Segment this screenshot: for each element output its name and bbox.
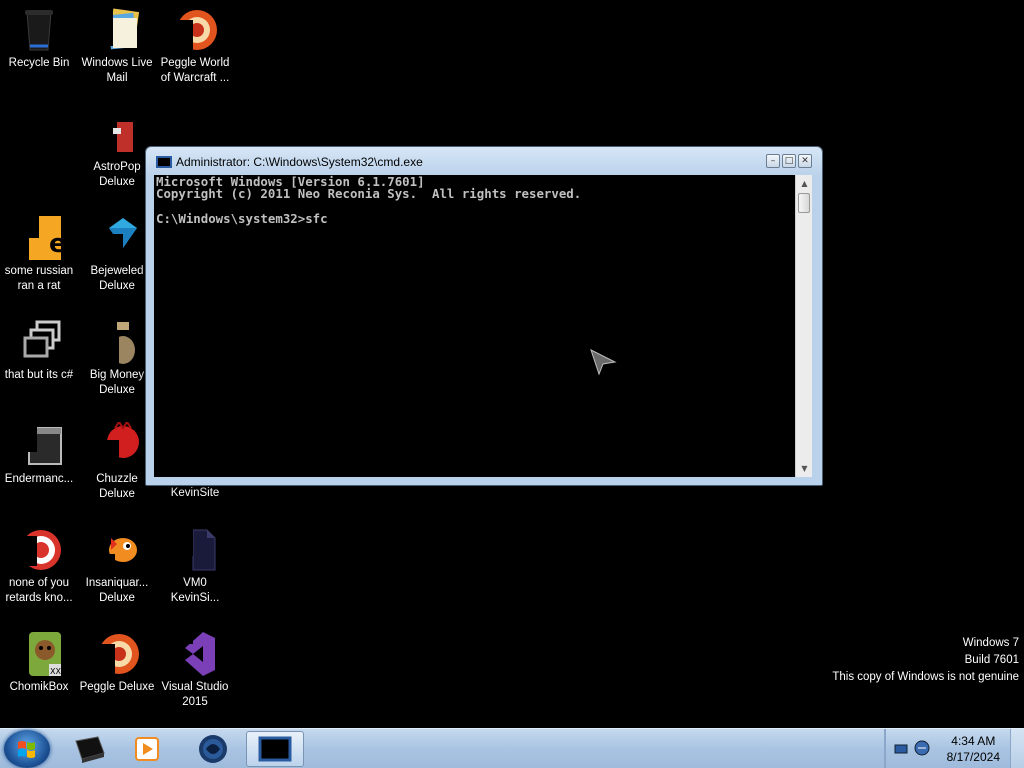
desktop-icon-label: Peggle World of Warcraft ... xyxy=(160,57,230,84)
astropop-icon xyxy=(93,110,141,158)
cmd-icon xyxy=(75,736,105,763)
cmd-icon xyxy=(156,156,172,168)
desktop-icon-none-of-you[interactable]: none of you retards kno... xyxy=(0,526,78,606)
clock-date: 8/17/2024 xyxy=(946,750,1000,764)
desktop-icon-insaniquarium[interactable]: Insaniquar... Deluxe xyxy=(78,526,156,606)
network-icon[interactable] xyxy=(893,741,909,757)
desktop-icon-label: Peggle Deluxe xyxy=(79,681,155,693)
desktop-icon-recycle-bin[interactable]: Recycle Bin xyxy=(0,6,78,71)
taskbar-pinned-cmd[interactable] xyxy=(60,731,118,767)
windows-logo-icon xyxy=(18,741,35,758)
desktop-icon-label: KevinSite xyxy=(170,487,220,499)
taskbar-pinned-media-player[interactable] xyxy=(118,731,176,767)
desktop-icon-peggle-world-of-warcraft[interactable]: Peggle World of Warcraft ... xyxy=(156,6,234,86)
scroll-up-button[interactable]: ▲ xyxy=(796,175,813,192)
console-icon xyxy=(258,736,292,762)
desktop-icon-label: Endermanc... xyxy=(4,473,74,485)
minimize-button[interactable]: – xyxy=(766,154,780,168)
desktop-icon-that-but-its-c[interactable]: that but its c# xyxy=(0,318,78,383)
taskbar-cmd-window[interactable] xyxy=(246,731,304,767)
bejeweled-icon xyxy=(93,214,141,262)
desktop-icon-peggle-deluxe[interactable]: Peggle Deluxe xyxy=(78,630,156,695)
chrome-icon xyxy=(15,526,63,574)
desktop-icon-label: Visual Studio 2015 xyxy=(161,681,229,708)
svg-text:e: e xyxy=(49,229,63,259)
browser-icon xyxy=(199,735,227,763)
desktop-icon-label: Recycle Bin xyxy=(8,57,70,69)
desktop-icon-label: Windows Live Mail xyxy=(81,57,153,84)
desktop-icon-label: some russian ran a rat xyxy=(4,265,74,292)
hamster-icon: XX xyxy=(15,630,63,678)
desktop-icon-label: that but its c# xyxy=(4,369,74,381)
file-icon xyxy=(171,526,219,574)
big-money-icon xyxy=(93,318,141,366)
desktop-icon-chomikbox[interactable]: XX ChomikBox xyxy=(0,630,78,695)
watermark-build: Build 7601 xyxy=(964,654,1019,666)
cmd-titlebar[interactable]: Administrator: C:\Windows\System32\cmd.e… xyxy=(146,147,822,175)
console-area[interactable]: Microsoft Windows [Version 6.1.7601] Cop… xyxy=(154,175,812,477)
desktop-icon-some-russian[interactable]: e some russian ran a rat xyxy=(0,214,78,294)
desktop-icon-visual-studio[interactable]: Visual Studio 2015 xyxy=(156,630,234,710)
window-title: Administrator: C:\Windows\System32\cmd.e… xyxy=(176,155,423,169)
peggle-icon xyxy=(93,630,141,678)
app-icon: e xyxy=(15,214,67,262)
scroll-thumb[interactable] xyxy=(798,193,810,213)
window-icon xyxy=(15,422,63,470)
volume-icon[interactable] xyxy=(913,739,931,757)
scroll-down-button[interactable]: ▼ xyxy=(796,460,813,477)
mail-icon xyxy=(93,6,141,54)
media-player-icon xyxy=(135,737,159,761)
peggle-icon xyxy=(171,6,219,54)
vertical-scrollbar[interactable]: ▲ ▼ xyxy=(795,175,812,477)
desktop-icon-vm0-kevinsite[interactable]: VM0 KevinSi... xyxy=(156,526,234,606)
windows-watermark: Windows 7 Build 7601 This copy of Window… xyxy=(832,635,1019,686)
desktop-icon-label: none of you retards kno... xyxy=(5,577,73,604)
desktop-icon-label: VM0 KevinSi... xyxy=(170,577,220,604)
watermark-genuine-notice: This copy of Windows is not genuine xyxy=(832,671,1019,683)
taskbar: 4:34 AM 8/17/2024 xyxy=(0,728,1024,768)
recycle-bin-icon xyxy=(15,6,63,54)
taskbar-pinned-browser[interactable] xyxy=(184,731,242,767)
cmd-window[interactable]: Administrator: C:\Windows\System32\cmd.e… xyxy=(145,146,823,486)
show-desktop-button[interactable] xyxy=(1010,729,1024,768)
close-button[interactable]: ✕ xyxy=(798,154,812,168)
system-tray: 4:34 AM 8/17/2024 xyxy=(884,729,1024,768)
chuzzle-icon xyxy=(93,420,141,470)
desktop-icon-windows-live-mail[interactable]: Windows Live Mail xyxy=(78,6,156,86)
taskbar-clock[interactable]: 4:34 AM 8/17/2024 xyxy=(947,733,1000,765)
visual-studio-icon xyxy=(171,630,219,678)
clock-time: 4:34 AM xyxy=(951,734,996,748)
desktop-icon-label: Insaniquar... Deluxe xyxy=(85,577,149,604)
svg-text:XX: XX xyxy=(50,667,61,676)
desktop-icon-endermanc[interactable]: Endermanc... xyxy=(0,422,78,487)
watermark-os: Windows 7 xyxy=(962,637,1019,649)
windows-stack-icon xyxy=(15,318,63,366)
mouse-pointer-icon xyxy=(589,348,619,376)
console-output: Microsoft Windows [Version 6.1.7601] Cop… xyxy=(156,174,582,227)
desktop: Recycle Bin e some russian ran a rat tha… xyxy=(0,0,1024,728)
maximize-button[interactable]: □ xyxy=(782,154,796,168)
fish-icon xyxy=(93,526,141,574)
desktop-icon-label: ChomikBox xyxy=(9,681,69,693)
start-button[interactable] xyxy=(4,730,50,768)
